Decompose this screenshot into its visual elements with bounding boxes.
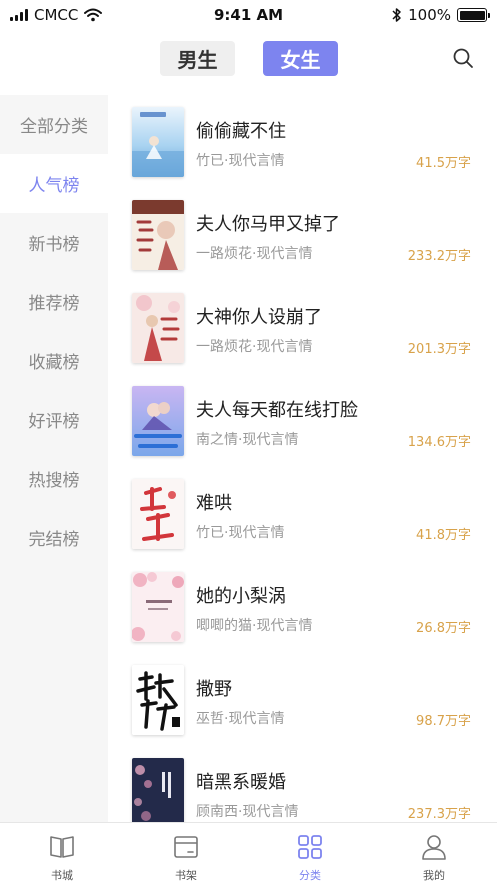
book-cover xyxy=(132,107,184,177)
bluetooth-icon xyxy=(392,8,401,22)
word-count: 26.8万字 xyxy=(416,621,471,636)
book-cover xyxy=(132,572,184,642)
profile-icon xyxy=(422,835,446,860)
word-count: 98.7万字 xyxy=(416,714,471,729)
book-title: 难哄 xyxy=(196,493,232,514)
book-cover xyxy=(132,293,184,363)
word-count: 41.8万字 xyxy=(416,528,471,543)
book-meta: 竹已·现代言情 xyxy=(196,153,285,169)
bottom-nav: 书城 书架 分类 我的 xyxy=(0,822,497,883)
book-cover xyxy=(132,758,184,822)
book-title: 夫人你马甲又掉了 xyxy=(196,214,340,235)
bookshelf-icon xyxy=(174,836,198,858)
sidebar-item-completed[interactable]: 完结榜 xyxy=(0,508,108,567)
nav-label: 我的 xyxy=(423,869,445,882)
book-meta: 南之情·现代言情 xyxy=(196,432,299,448)
book-cover xyxy=(132,200,184,270)
book-item[interactable]: 夫人你马甲又掉了 一路烦花·现代言情 233.2万字 xyxy=(108,188,497,281)
nav-profile[interactable]: 我的 xyxy=(372,823,496,883)
book-meta: 一路烦花·现代言情 xyxy=(196,246,313,262)
word-count: 233.2万字 xyxy=(407,249,471,264)
word-count: 41.5万字 xyxy=(416,156,471,171)
book-title: 她的小梨涡 xyxy=(196,586,286,607)
nav-bookstore[interactable]: 书城 xyxy=(0,823,124,883)
sidebar-item-all-categories[interactable]: 全部分类 xyxy=(0,95,108,154)
book-cover xyxy=(132,386,184,456)
book-cover xyxy=(132,665,184,735)
nav-label: 书城 xyxy=(51,869,73,882)
tab-male[interactable]: 男生 xyxy=(160,41,235,76)
book-title: 暗黑系暖婚 xyxy=(196,772,286,793)
book-item[interactable]: 偷偷藏不住 竹已·现代言情 41.5万字 xyxy=(108,95,497,188)
book-item[interactable]: 大神你人设崩了 一路烦花·现代言情 201.3万字 xyxy=(108,281,497,374)
sidebar-item-hot-search[interactable]: 热搜榜 xyxy=(0,449,108,508)
book-item[interactable]: 夫人每天都在线打脸 南之情·现代言情 134.6万字 xyxy=(108,374,497,467)
book-item[interactable]: 她的小梨涡 唧唧的猫·现代言情 26.8万字 xyxy=(108,560,497,653)
sidebar-item-recommended[interactable]: 推荐榜 xyxy=(0,272,108,331)
book-item[interactable]: 暗黑系暖婚 顾南西·现代言情 237.3万字 xyxy=(108,746,497,822)
category-screen: CMCC 9:41 AM 100% 男生 女生 全部分类 人气榜 新书榜 推荐榜 xyxy=(0,0,497,883)
book-item[interactable]: 难哄 竹已·现代言情 41.8万字 xyxy=(108,467,497,560)
sidebar-item-new[interactable]: 新书榜 xyxy=(0,213,108,272)
status-bar: CMCC 9:41 AM 100% xyxy=(0,0,497,30)
book-meta: 顾南西·现代言情 xyxy=(196,804,299,820)
book-open-icon xyxy=(50,836,74,858)
book-title: 撒野 xyxy=(196,679,232,700)
battery-icon xyxy=(457,8,490,22)
category-grid-icon xyxy=(298,835,322,859)
status-right: 100% xyxy=(392,6,490,24)
nav-category[interactable]: 分类 xyxy=(248,823,372,883)
book-title: 偷偷藏不住 xyxy=(196,121,286,142)
book-item[interactable]: 撒野 巫哲·现代言情 98.7万字 xyxy=(108,653,497,746)
word-count: 201.3万字 xyxy=(407,342,471,357)
nav-label: 分类 xyxy=(299,869,321,882)
book-title: 夫人每天都在线打脸 xyxy=(196,400,358,421)
gender-tabs: 男生 女生 xyxy=(0,41,497,76)
book-meta: 竹已·现代言情 xyxy=(196,525,285,541)
word-count: 237.3万字 xyxy=(407,807,471,822)
sidebar-item-favorites[interactable]: 收藏榜 xyxy=(0,331,108,390)
sidebar-item-popular[interactable]: 人气榜 xyxy=(0,154,108,213)
book-meta: 唧唧的猫·现代言情 xyxy=(196,618,313,634)
search-icon[interactable] xyxy=(452,47,474,69)
nav-bookshelf[interactable]: 书架 xyxy=(124,823,248,883)
tab-female[interactable]: 女生 xyxy=(263,41,338,76)
book-list: 偷偷藏不住 竹已·现代言情 41.5万字 夫人你马甲又掉了 一路烦花·现代言情 … xyxy=(108,95,497,822)
sidebar-item-top-rated[interactable]: 好评榜 xyxy=(0,390,108,449)
battery-percent: 100% xyxy=(408,6,451,24)
book-cover xyxy=(132,479,184,549)
word-count: 134.6万字 xyxy=(407,435,471,450)
book-meta: 一路烦花·现代言情 xyxy=(196,339,313,355)
book-title: 大神你人设崩了 xyxy=(196,307,322,328)
nav-label: 书架 xyxy=(175,869,197,882)
category-sidebar: 全部分类 人气榜 新书榜 推荐榜 收藏榜 好评榜 热搜榜 完结榜 xyxy=(0,95,108,822)
book-meta: 巫哲·现代言情 xyxy=(196,711,285,727)
